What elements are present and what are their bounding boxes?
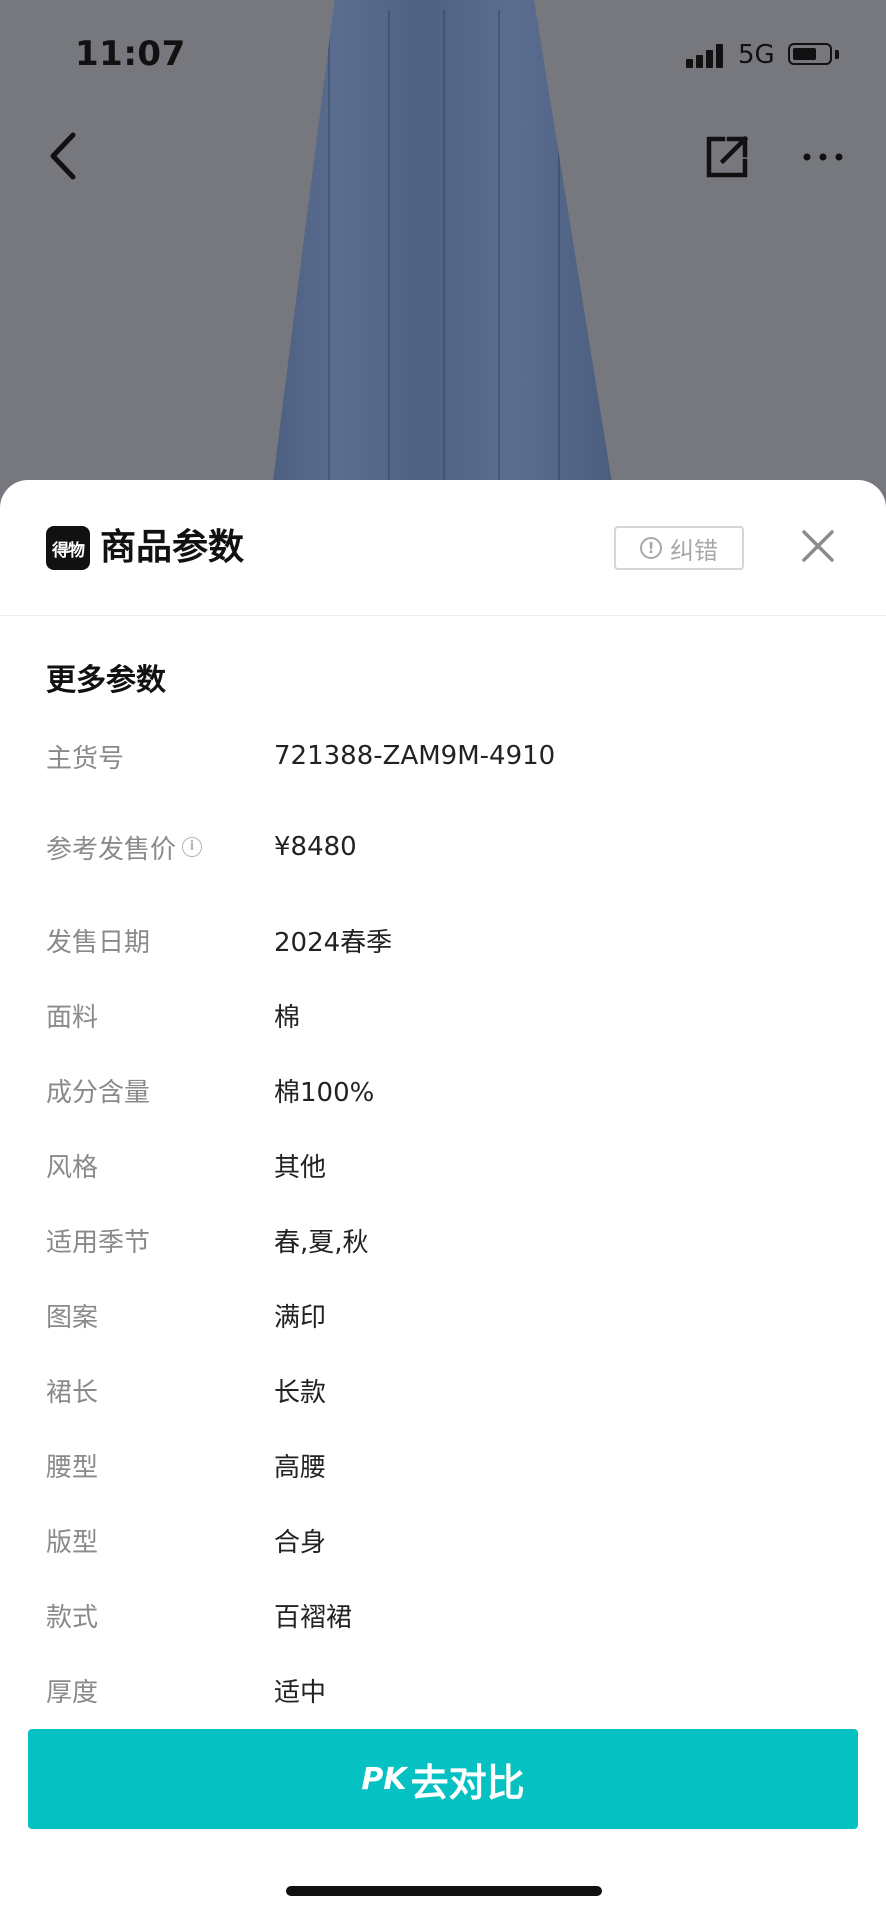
param-label: 风格	[46, 1147, 274, 1184]
pk-compare-button[interactable]: PK 去对比	[28, 1729, 858, 1829]
param-row: 成分含量 棉100%	[46, 1070, 846, 1110]
report-error-label: 纠错	[670, 536, 718, 565]
signal-icon	[686, 44, 726, 68]
param-row: 面料 棉	[46, 995, 846, 1035]
param-label-text: 面料	[46, 1002, 99, 1033]
param-row: 主货号 721388-ZAM9M-4910	[46, 736, 846, 776]
param-value: 2024春季	[274, 927, 393, 958]
pk-compare-label: 去对比	[410, 1760, 525, 1805]
report-error-button[interactable]: ! 纠错	[614, 526, 744, 570]
param-label: 款式	[46, 1597, 274, 1634]
param-value: 合身	[274, 1527, 327, 1558]
param-label: 厚度	[46, 1672, 274, 1709]
sheet-title: 商品参数	[100, 527, 245, 568]
param-row: 厚度 适中	[46, 1670, 846, 1710]
param-label-text: 成分含量	[46, 1077, 151, 1108]
param-row: 腰型 高腰	[46, 1445, 846, 1485]
param-label: 图案	[46, 1297, 274, 1334]
param-label: 腰型	[46, 1447, 274, 1484]
param-row: 风格 其他	[46, 1145, 846, 1185]
battery-cap	[835, 50, 839, 59]
alert-circle-icon: !	[640, 537, 662, 559]
param-label-text: 图案	[46, 1302, 99, 1333]
param-label: 面料	[46, 997, 274, 1034]
param-row: 发售日期 2024春季	[46, 920, 846, 960]
param-label-text: 腰型	[46, 1452, 99, 1483]
network-type: 5G	[738, 40, 775, 70]
battery-fill	[793, 48, 816, 60]
param-row: 图案 满印	[46, 1295, 846, 1335]
param-label: 参考发售价 i	[46, 829, 274, 866]
param-row: 适用季节 春,夏,秋	[46, 1220, 846, 1260]
param-value: 其他	[274, 1152, 327, 1183]
param-value: ¥8480	[274, 832, 357, 862]
close-icon	[802, 530, 834, 562]
param-label: 成分含量	[46, 1072, 274, 1109]
product-page: 11:07 5G 得物 商品参数 ! 纠错 更多参数 主货号 721388-ZA…	[0, 0, 886, 1920]
pk-mark: PK	[361, 1761, 407, 1797]
skirt-photo	[268, 0, 618, 520]
status-time: 11:07	[75, 34, 186, 74]
param-label-text: 款式	[46, 1602, 99, 1633]
skirt-fold	[498, 10, 500, 510]
param-value: 长款	[274, 1377, 327, 1408]
skirt-fold	[328, 10, 330, 510]
more-button[interactable]	[798, 140, 848, 174]
share-button[interactable]	[700, 130, 754, 184]
param-label-text: 主货号	[46, 743, 125, 774]
param-row: 版型 合身	[46, 1520, 846, 1560]
section-title: 更多参数	[46, 663, 166, 698]
param-label-text: 厚度	[46, 1677, 99, 1708]
dewu-logo: 得物	[46, 526, 90, 570]
param-label-text: 版型	[46, 1527, 99, 1558]
battery-icon	[788, 43, 832, 65]
skirt-fold	[443, 10, 445, 510]
chevron-left-icon	[50, 132, 76, 180]
skirt-fold	[388, 10, 390, 510]
param-value: 满印	[274, 1302, 327, 1333]
param-row: 裙长 长款	[46, 1370, 846, 1410]
param-label: 发售日期	[46, 922, 274, 959]
param-value: 棉100%	[274, 1077, 375, 1108]
more-dots-icon	[803, 153, 843, 161]
param-label: 适用季节	[46, 1222, 274, 1259]
back-button[interactable]	[40, 128, 84, 184]
param-label: 裙长	[46, 1372, 274, 1409]
param-label-text: 参考发售价	[46, 834, 177, 865]
close-button[interactable]	[796, 524, 840, 568]
param-label: 主货号	[46, 738, 274, 775]
param-label-text: 裙长	[46, 1377, 99, 1408]
param-label: 版型	[46, 1522, 274, 1559]
skirt-fold	[558, 10, 560, 510]
param-value: 适中	[274, 1677, 327, 1708]
share-external-icon	[706, 135, 749, 178]
param-value: 721388-ZAM9M-4910	[274, 741, 556, 771]
param-value: 百褶裙	[274, 1602, 353, 1633]
product-image	[0, 0, 886, 520]
param-label-text: 风格	[46, 1152, 99, 1183]
product-params-sheet: 得物 商品参数 ! 纠错 更多参数 主货号 721388-ZAM9M-4910 …	[0, 480, 886, 1920]
param-label-text: 发售日期	[46, 927, 151, 958]
sheet-header: 得物 商品参数 ! 纠错	[0, 480, 886, 616]
param-value: 春,夏,秋	[274, 1227, 369, 1258]
param-value: 棉	[274, 1002, 301, 1033]
param-value: 高腰	[274, 1452, 327, 1483]
param-row: 参考发售价 i ¥8480	[46, 827, 846, 867]
info-icon[interactable]: i	[182, 837, 203, 857]
param-row: 款式 百褶裙	[46, 1595, 846, 1635]
home-indicator	[286, 1886, 602, 1896]
param-label-text: 适用季节	[46, 1227, 151, 1258]
